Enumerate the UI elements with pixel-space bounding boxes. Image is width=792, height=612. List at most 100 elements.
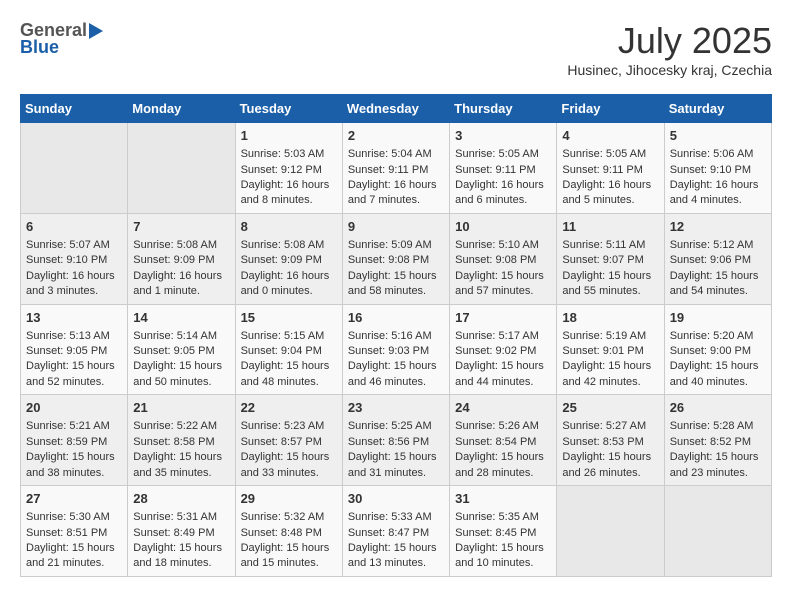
calendar-cell: 23Sunrise: 5:25 AMSunset: 8:56 PMDayligh… xyxy=(342,395,449,486)
day-header-monday: Monday xyxy=(128,95,235,123)
calendar-cell: 6Sunrise: 5:07 AMSunset: 9:10 PMDaylight… xyxy=(21,213,128,304)
daylight-text: Daylight: 15 hours and 44 minutes. xyxy=(455,359,551,390)
calendar-cell: 31Sunrise: 5:35 AMSunset: 8:45 PMDayligh… xyxy=(450,486,557,577)
sunset-text: Sunset: 8:51 PM xyxy=(26,526,122,541)
daylight-text: Daylight: 16 hours and 6 minutes. xyxy=(455,178,551,209)
calendar-cell: 13 Sunrise: 5:13 AMSunset: 9:05 PMDayligh… xyxy=(21,304,128,395)
calendar-cell: 5Sunrise: 5:06 AMSunset: 9:10 PMDaylight… xyxy=(664,123,771,214)
day-number: 5 xyxy=(670,127,766,145)
daylight-text: Daylight: 15 hours and 54 minutes. xyxy=(670,269,766,300)
day-number: 24 xyxy=(455,399,551,417)
day-number: 21 xyxy=(133,399,229,417)
sunset-text: Sunset: 9:02 PM xyxy=(455,344,551,359)
daylight-text: Daylight: 15 hours and 26 minutes. xyxy=(562,450,658,481)
sunrise-text: Sunrise: 5:26 AM xyxy=(455,419,551,434)
day-number: 20 xyxy=(26,399,122,417)
sunrise-text: Sunrise: 5:09 AM xyxy=(348,238,444,253)
sunset-text: Sunset: 8:54 PM xyxy=(455,435,551,450)
sunrise-text: Sunrise: 5:04 AM xyxy=(348,147,444,162)
sunrise-text: Sunrise: 5:25 AM xyxy=(348,419,444,434)
daylight-text: Daylight: 15 hours and 57 minutes. xyxy=(455,269,551,300)
sunset-text: Sunset: 9:06 PM xyxy=(670,253,766,268)
calendar-cell: 28Sunrise: 5:31 AMSunset: 8:49 PMDayligh… xyxy=(128,486,235,577)
sunset-text: Sunset: 8:48 PM xyxy=(241,526,337,541)
day-number: 25 xyxy=(562,399,658,417)
sunset-text: Sunset: 8:52 PM xyxy=(670,435,766,450)
sunrise-text: Sunrise: 5:12 AM xyxy=(670,238,766,253)
sunrise-text: Sunrise: 5:13 AM xyxy=(26,329,122,344)
day-header-friday: Friday xyxy=(557,95,664,123)
sunset-text: Sunset: 9:10 PM xyxy=(670,163,766,178)
day-number: 30 xyxy=(348,490,444,508)
daylight-text: Daylight: 15 hours and 23 minutes. xyxy=(670,450,766,481)
sunrise-text: Sunrise: 5:03 AM xyxy=(241,147,337,162)
sunrise-text: Sunrise: 5:08 AM xyxy=(133,238,229,253)
sunset-text: Sunset: 9:04 PM xyxy=(241,344,337,359)
sunrise-text: Sunrise: 5:20 AM xyxy=(670,329,766,344)
week-row-3: 13Sunrise: 5:13 AMSunset: 9:05 PMDayligh… xyxy=(21,304,772,395)
calendar-cell: 2Sunrise: 5:04 AMSunset: 9:11 PMDaylight… xyxy=(342,123,449,214)
day-header-wednesday: Wednesday xyxy=(342,95,449,123)
daylight-text: Daylight: 15 hours and 52 minutes. xyxy=(26,359,122,390)
daylight-text: Daylight: 15 hours and 42 minutes. xyxy=(562,359,658,390)
sunrise-text: Sunrise: 5:07 AM xyxy=(26,238,122,253)
calendar-cell: 20Sunrise: 5:21 AMSunset: 8:59 PMDayligh… xyxy=(21,395,128,486)
sunrise-text: Sunrise: 5:08 AM xyxy=(241,238,337,253)
week-row-4: 20Sunrise: 5:21 AMSunset: 8:59 PMDayligh… xyxy=(21,395,772,486)
sunset-text: Sunset: 9:00 PM xyxy=(670,344,766,359)
logo: General Blue xyxy=(20,20,103,58)
sunrise-text: Sunrise: 5:27 AM xyxy=(562,419,658,434)
sunrise-text: Sunrise: 5:28 AM xyxy=(670,419,766,434)
sunset-text: Sunset: 9:09 PM xyxy=(133,253,229,268)
sunset-text: Sunset: 8:59 PM xyxy=(26,435,122,450)
calendar-cell: 15Sunrise: 5:15 AMSunset: 9:04 PMDayligh… xyxy=(235,304,342,395)
daylight-text: Daylight: 15 hours and 40 minutes. xyxy=(670,359,766,390)
logo-arrow-icon xyxy=(89,23,103,39)
sunrise-text: Sunrise: 5:31 AM xyxy=(133,510,229,525)
calendar-cell: 11Sunrise: 5:11 AMSunset: 9:07 PMDayligh… xyxy=(557,213,664,304)
calendar-cell xyxy=(664,486,771,577)
daylight-text: Daylight: 15 hours and 55 minutes. xyxy=(562,269,658,300)
calendar-cell: 17Sunrise: 5:17 AMSunset: 9:02 PMDayligh… xyxy=(450,304,557,395)
sunset-text: Sunset: 9:11 PM xyxy=(455,163,551,178)
calendar-cell: 16Sunrise: 5:16 AMSunset: 9:03 PMDayligh… xyxy=(342,304,449,395)
day-number: 22 xyxy=(241,399,337,417)
sunset-text: Sunset: 8:57 PM xyxy=(241,435,337,450)
sunset-text: Sunset: 9:10 PM xyxy=(26,253,122,268)
week-row-5: 27Sunrise: 5:30 AMSunset: 8:51 PMDayligh… xyxy=(21,486,772,577)
sunset-text: Sunset: 8:49 PM xyxy=(133,526,229,541)
daylight-text: Daylight: 15 hours and 31 minutes. xyxy=(348,450,444,481)
daylight-text: Daylight: 15 hours and 10 minutes. xyxy=(455,541,551,572)
sunset-text: Sunset: 8:53 PM xyxy=(562,435,658,450)
calendar-cell: 4Sunrise: 5:05 AMSunset: 9:11 PMDaylight… xyxy=(557,123,664,214)
calendar-cell: 30Sunrise: 5:33 AMSunset: 8:47 PMDayligh… xyxy=(342,486,449,577)
day-number: 11 xyxy=(562,218,658,236)
calendar-table: SundayMondayTuesdayWednesdayThursdayFrid… xyxy=(20,94,772,577)
day-number: 9 xyxy=(348,218,444,236)
sunrise-text: Sunrise: 5:22 AM xyxy=(133,419,229,434)
sunrise-text: Sunrise: 5:17 AM xyxy=(455,329,551,344)
calendar-cell: 14Sunrise: 5:14 AMSunset: 9:05 PMDayligh… xyxy=(128,304,235,395)
sunrise-text: Sunrise: 5:19 AM xyxy=(562,329,658,344)
day-number: 13 xyxy=(26,309,122,327)
daylight-text: Daylight: 15 hours and 46 minutes. xyxy=(348,359,444,390)
daylight-text: Daylight: 15 hours and 50 minutes. xyxy=(133,359,229,390)
sunrise-text: Sunrise: 5:05 AM xyxy=(562,147,658,162)
sunset-text: Sunset: 9:09 PM xyxy=(241,253,337,268)
calendar-cell: 8Sunrise: 5:08 AMSunset: 9:09 PMDaylight… xyxy=(235,213,342,304)
daylight-text: Daylight: 16 hours and 7 minutes. xyxy=(348,178,444,209)
daylight-text: Daylight: 15 hours and 13 minutes. xyxy=(348,541,444,572)
daylight-text: Daylight: 16 hours and 3 minutes. xyxy=(26,269,122,300)
day-number: 27 xyxy=(26,490,122,508)
daylight-text: Daylight: 15 hours and 18 minutes. xyxy=(133,541,229,572)
sunset-text: Sunset: 9:07 PM xyxy=(562,253,658,268)
day-number: 18 xyxy=(562,309,658,327)
day-number: 29 xyxy=(241,490,337,508)
logo-blue: Blue xyxy=(20,37,59,58)
day-number: 15 xyxy=(241,309,337,327)
calendar-cell xyxy=(128,123,235,214)
sunset-text: Sunset: 9:05 PM xyxy=(26,344,122,359)
calendar-cell: 12Sunrise: 5:12 AMSunset: 9:06 PMDayligh… xyxy=(664,213,771,304)
daylight-text: Daylight: 15 hours and 48 minutes. xyxy=(241,359,337,390)
sunset-text: Sunset: 9:12 PM xyxy=(241,163,337,178)
